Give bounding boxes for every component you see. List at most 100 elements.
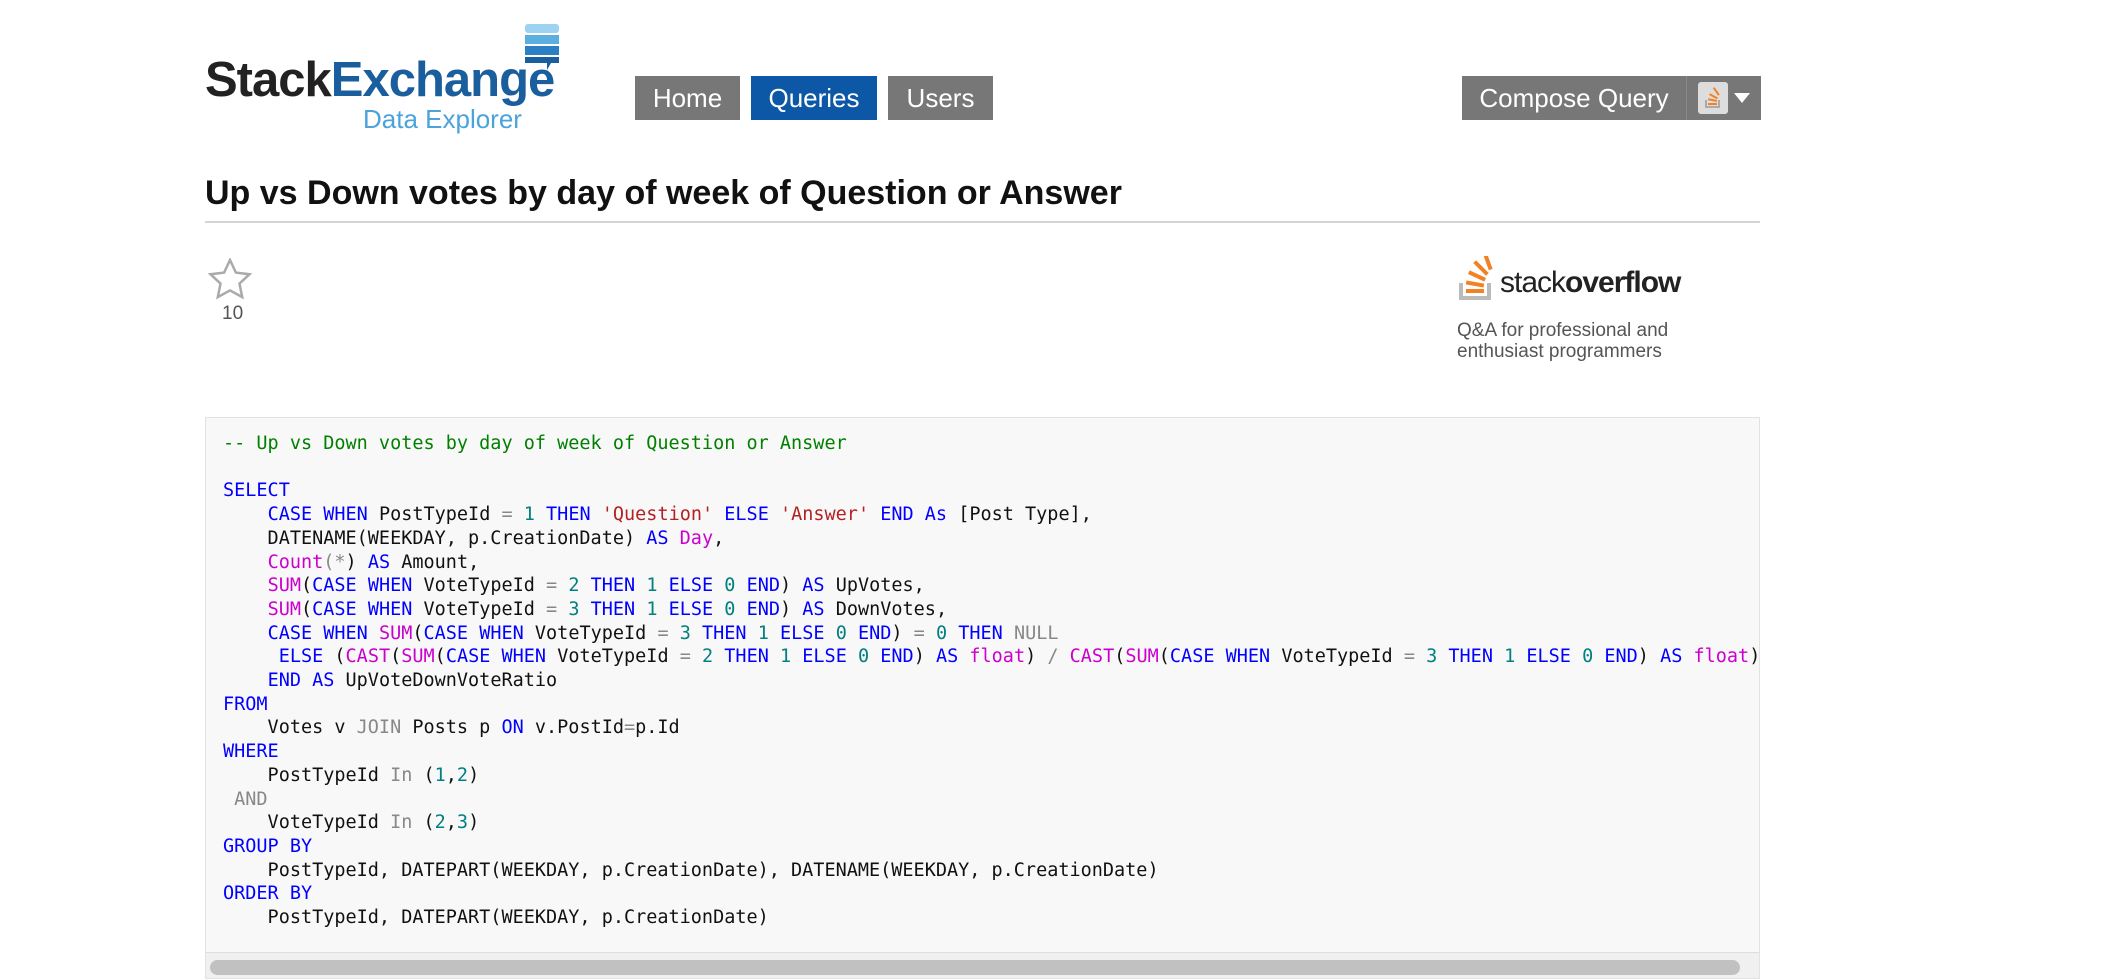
code-token: END — [746, 598, 780, 620]
code-token: SUM — [401, 646, 435, 668]
code-token: AS — [367, 551, 402, 573]
chevron-down-icon — [1734, 93, 1750, 103]
code-token: ELSE — [278, 646, 335, 668]
code-token: 1 — [757, 622, 780, 644]
sql-code-block[interactable]: -- Up vs Down votes by day of week of Qu… — [205, 417, 1760, 979]
code-token: FROM — [223, 693, 268, 715]
stackexchange-data-explorer-logo[interactable]: StackExchange Data Explorer — [205, 22, 565, 134]
code-token: ) — [913, 646, 936, 668]
code-token: 2 — [434, 812, 446, 834]
title-divider — [205, 221, 1760, 223]
stackoverflow-icon — [1698, 82, 1728, 114]
code-token: ( — [412, 622, 424, 644]
code-token: ELSE — [1526, 646, 1583, 668]
code-line: PostTypeId In (1,2) — [223, 764, 1759, 788]
code-token: AND — [234, 788, 268, 810]
favorite-star-icon[interactable] — [208, 258, 252, 300]
code-token: ELSE — [668, 575, 725, 597]
code-token: DATENAME(WEEKDAY, p.CreationDate) — [223, 527, 647, 549]
code-line: CASE WHEN PostTypeId = 1 THEN 'Question'… — [223, 503, 1759, 527]
code-token: END — [1604, 646, 1638, 668]
code-token: 'Answer' — [779, 504, 881, 526]
code-token: ( — [300, 575, 313, 597]
code-token: ELSE — [724, 504, 780, 526]
code-token: CASE WHEN — [445, 646, 558, 668]
code-token: PostTypeId — [223, 764, 391, 786]
code-token: = — [657, 622, 680, 644]
code-token: = — [546, 575, 569, 597]
code-token: ) — [780, 575, 803, 597]
code-token: ON — [501, 717, 535, 739]
code-token: VoteTypeId — [557, 646, 680, 668]
code-token: ORDER BY — [223, 883, 313, 905]
code-line: DATENAME(WEEKDAY, p.CreationDate) AS Day… — [223, 527, 1759, 551]
code-token: ) — [468, 764, 480, 786]
code-token: ( — [434, 646, 446, 668]
code-token: , — [445, 764, 457, 786]
code-token: THEN — [590, 598, 647, 620]
stackoverflow-site-logo[interactable]: stackoverflow — [1458, 253, 1681, 307]
code-token: ( — [1158, 646, 1170, 668]
code-line: SUM(CASE WHEN VoteTypeId = 2 THEN 1 ELSE… — [223, 574, 1759, 598]
logo-wordmark: StackExchange — [205, 53, 555, 107]
code-token: THEN — [590, 575, 647, 597]
code-line: Count(*) AS Amount, — [223, 551, 1759, 575]
code-token: 1 — [780, 646, 803, 668]
code-token: 2 — [456, 764, 469, 786]
code-token: Count — [267, 551, 324, 573]
code-token: UpVotes, — [835, 575, 925, 597]
scrollbar-thumb[interactable] — [210, 960, 1740, 975]
code-token: , — [445, 812, 457, 834]
code-token: THEN — [546, 504, 602, 526]
code-token: ( — [390, 646, 402, 668]
code-token: 2 — [568, 575, 591, 597]
code-token: 0 — [857, 646, 881, 668]
code-token: 1 — [646, 598, 669, 620]
code-token: ) — [780, 598, 803, 620]
site-tagline: Q&A for professional and enthusiast prog… — [1457, 320, 1669, 362]
nav-queries[interactable]: Queries — [751, 76, 877, 120]
favorite-count: 10 — [222, 303, 244, 324]
code-token: [Post Type], — [958, 504, 1092, 526]
compose-query-button[interactable]: Compose Query — [1462, 76, 1686, 120]
code-token: CASE WHEN — [312, 575, 424, 597]
code-line: PostTypeId, DATEPART(WEEKDAY, p.Creation… — [223, 906, 1759, 930]
code-token: 3 — [679, 622, 702, 644]
code-token: , — [713, 527, 725, 549]
horizontal-scrollbar[interactable] — [206, 952, 1759, 978]
code-token: Votes v — [223, 717, 357, 739]
code-token: v.PostId — [534, 717, 624, 739]
code-token: NULL — [1013, 622, 1059, 644]
code-token: 0 — [724, 598, 747, 620]
code-token: CASE WHEN — [312, 598, 424, 620]
nav-home[interactable]: Home — [635, 76, 740, 120]
code-token: VoteTypeId — [423, 575, 547, 597]
code-token: 2 — [702, 646, 725, 668]
code-token: (* — [323, 551, 346, 573]
code-token: GROUP BY — [223, 835, 313, 857]
site-selector-dropdown[interactable] — [1686, 76, 1761, 120]
code-token: END AS — [267, 670, 346, 692]
stackoverflow-icon — [1459, 253, 1493, 300]
code-token: THEN — [724, 646, 780, 668]
code-token: ( — [423, 812, 435, 834]
code-token: WHERE — [223, 741, 279, 763]
code-line: END AS UpVoteDownVoteRatio — [223, 669, 1759, 693]
code-token: 'Question' — [601, 504, 725, 526]
code-token: = — [546, 598, 569, 620]
code-token: VoteTypeId — [423, 598, 547, 620]
nav-users[interactable]: Users — [888, 76, 993, 120]
code-token: UpVoteDownVoteRatio — [345, 670, 558, 692]
code-line: PostTypeId, DATEPART(WEEKDAY, p.Creation… — [223, 859, 1759, 883]
code-line: GROUP BY — [223, 835, 1759, 859]
code-token: 3 — [456, 812, 469, 834]
code-token: ( — [1114, 646, 1126, 668]
code-token: SUM — [1125, 646, 1159, 668]
code-line: -- Up vs Down votes by day of week of Qu… — [223, 432, 1759, 456]
code-token: SUM — [267, 598, 301, 620]
